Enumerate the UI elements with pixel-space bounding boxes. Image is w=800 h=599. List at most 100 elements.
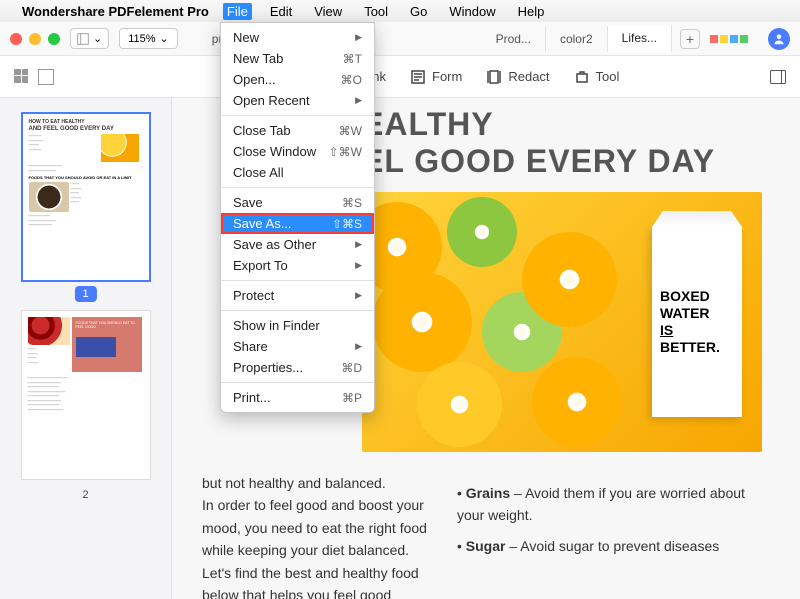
menu-go[interactable]: Go (406, 3, 431, 20)
body-text-left: but not healthy and balanced. In order t… (202, 472, 427, 599)
doc-tab[interactable]: color2 (546, 26, 608, 52)
menu-item-new[interactable]: New ▶ (221, 27, 374, 48)
window-toolbar: ⌄ 115% ⌄ prod... Prod... color2 Lifes...… (0, 22, 800, 56)
boxed-water-carton: BOXED WATER IS BETTER. (652, 227, 742, 417)
menu-item-label: Open Recent (233, 93, 310, 108)
zoom-select[interactable]: 115% ⌄ (119, 28, 178, 49)
form-button[interactable]: Form (410, 69, 462, 85)
menu-item-close-tab[interactable]: Close Tab ⌘W (221, 120, 374, 141)
document-heading: EALTHY EL GOOD EVERY DAY (362, 106, 770, 180)
user-avatar[interactable] (768, 28, 790, 50)
menu-separator (221, 115, 374, 116)
menu-shortcut: ⌘S (342, 196, 362, 210)
toggle-panel-icon[interactable] (770, 70, 786, 84)
menu-view[interactable]: View (310, 3, 346, 20)
workspace: HOW TO EAT HEALTHYAND FEEL GOOD EVERY DA… (0, 98, 800, 599)
menu-item-label: Save As... (233, 216, 292, 231)
menu-item-label: Share (233, 339, 268, 354)
add-tab-button[interactable]: + (680, 29, 700, 49)
redact-label: Redact (508, 69, 549, 84)
menu-file[interactable]: File (223, 3, 252, 20)
menu-item-label: Print... (233, 390, 271, 405)
redact-button[interactable]: Redact (486, 69, 549, 85)
submenu-arrow-icon: ▶ (355, 341, 362, 352)
menu-help[interactable]: Help (514, 3, 549, 20)
single-page-icon[interactable] (38, 69, 54, 85)
menu-item-new-tab[interactable]: New Tab⌘T (221, 48, 374, 69)
menu-item-save-as[interactable]: Save As... ⇧⌘S (221, 213, 374, 234)
apps-icon[interactable] (710, 35, 748, 43)
menu-item-save-as-other[interactable]: Save as Other ▶ (221, 234, 374, 255)
menu-item-save[interactable]: Save ⌘S (221, 192, 374, 213)
thumbnail-view-icon[interactable] (14, 69, 28, 83)
submenu-arrow-icon: ▶ (355, 95, 362, 106)
menu-item-export-to[interactable]: Export To ▶ (221, 255, 374, 276)
menu-item-show-in-finder[interactable]: Show in Finder (221, 315, 374, 336)
menu-item-open-recent[interactable]: Open Recent ▶ (221, 90, 374, 111)
menu-item-share[interactable]: Share ▶ (221, 336, 374, 357)
page-thumbnail-1[interactable]: HOW TO EAT HEALTHYAND FEEL GOOD EVERY DA… (21, 112, 151, 282)
thumbnails-sidebar[interactable]: HOW TO EAT HEALTHYAND FEEL GOOD EVERY DA… (0, 98, 172, 599)
menu-item-close-window[interactable]: Close Window ⇧⌘W (221, 141, 374, 162)
menu-item-label: Save as Other (233, 237, 316, 252)
menu-item-label: Close Window (233, 144, 316, 159)
menu-item-label: Show in Finder (233, 318, 320, 333)
maximize-button[interactable] (48, 33, 60, 45)
menu-item-label: Properties... (233, 360, 303, 375)
hero-image: BOXED WATER IS BETTER. (362, 192, 762, 452)
chevron-down-icon: ⌄ (93, 32, 102, 45)
berries-thumbnail-image (28, 317, 70, 345)
menu-shortcut: ⌘D (341, 361, 362, 375)
page-thumbnail-2[interactable]: ━━━━━━━━━━━━━━━━━━ FOODS THAT YOU SHOULD… (21, 310, 151, 480)
macos-menubar: Wondershare PDFelement Pro File Edit Vie… (0, 0, 800, 22)
menu-item-protect[interactable]: Protect ▶ (221, 285, 374, 306)
menu-separator (221, 280, 374, 281)
menu-item-label: Open... (233, 72, 276, 87)
sidebar-mode-select[interactable]: ⌄ (70, 28, 109, 49)
blueberries-thumbnail-image (76, 337, 116, 357)
body-text-right: • Grains – Avoid them if you are worried… (457, 472, 770, 599)
menu-separator (221, 187, 374, 188)
doc-tab[interactable]: Prod... (482, 26, 546, 52)
page-number-badge: 2 (82, 489, 88, 501)
close-button[interactable] (10, 33, 22, 45)
menu-shortcut: ⇧⌘W (329, 145, 362, 159)
menu-item-label: Close Tab (233, 123, 291, 138)
window-controls (10, 33, 60, 45)
tool-button[interactable]: Tool (574, 69, 620, 85)
menu-item-label: Close All (233, 165, 284, 180)
menu-shortcut: ⌘P (342, 391, 362, 405)
submenu-arrow-icon: ▶ (355, 32, 362, 43)
menu-separator (221, 310, 374, 311)
submenu-arrow-icon: ▶ (355, 239, 362, 250)
menu-item-label: New (233, 30, 259, 45)
menu-shortcut: ⌘W (339, 124, 362, 138)
zoom-value: 115% (128, 33, 155, 45)
app-name: Wondershare PDFelement Pro (22, 4, 209, 19)
file-menu-dropdown: New ▶ New Tab⌘T Open... ⌘O Open Recent ▶ Close … (220, 22, 375, 413)
doc-tab-active[interactable]: Lifes... (608, 25, 672, 53)
menu-edit[interactable]: Edit (266, 3, 296, 20)
pink-panel-thumbnail: FOODS THAT YOU SHOULD EAT TO FEEL GOOD (72, 317, 142, 372)
menu-item-label: Export To (233, 258, 288, 273)
citrus-thumbnail-image (101, 134, 139, 162)
menu-item-close-all[interactable]: Close All (221, 162, 374, 183)
menu-tool[interactable]: Tool (360, 3, 392, 20)
chevron-down-icon: ⌄ (160, 32, 169, 45)
app-window: ⌄ 115% ⌄ prod... Prod... color2 Lifes...… (0, 22, 800, 599)
menu-separator (221, 382, 374, 383)
menu-shortcut: ⌘O (341, 73, 362, 87)
menu-item-open[interactable]: Open... ⌘O (221, 69, 374, 90)
submenu-arrow-icon: ▶ (355, 260, 362, 271)
minimize-button[interactable] (29, 33, 41, 45)
menu-item-print[interactable]: Print... ⌘P (221, 387, 374, 408)
coffee-thumbnail-image (29, 182, 69, 212)
menu-item-properties[interactable]: Properties... ⌘D (221, 357, 374, 378)
menu-shortcut: ⇧⌘S (332, 217, 362, 231)
menu-shortcut: ⌘T (343, 52, 362, 66)
menu-window[interactable]: Window (445, 3, 499, 20)
submenu-arrow-icon: ▶ (355, 290, 362, 301)
menu-item-label: Save (233, 195, 263, 210)
page-number-badge: 1 (74, 286, 96, 302)
menu-item-label: Protect (233, 288, 274, 303)
